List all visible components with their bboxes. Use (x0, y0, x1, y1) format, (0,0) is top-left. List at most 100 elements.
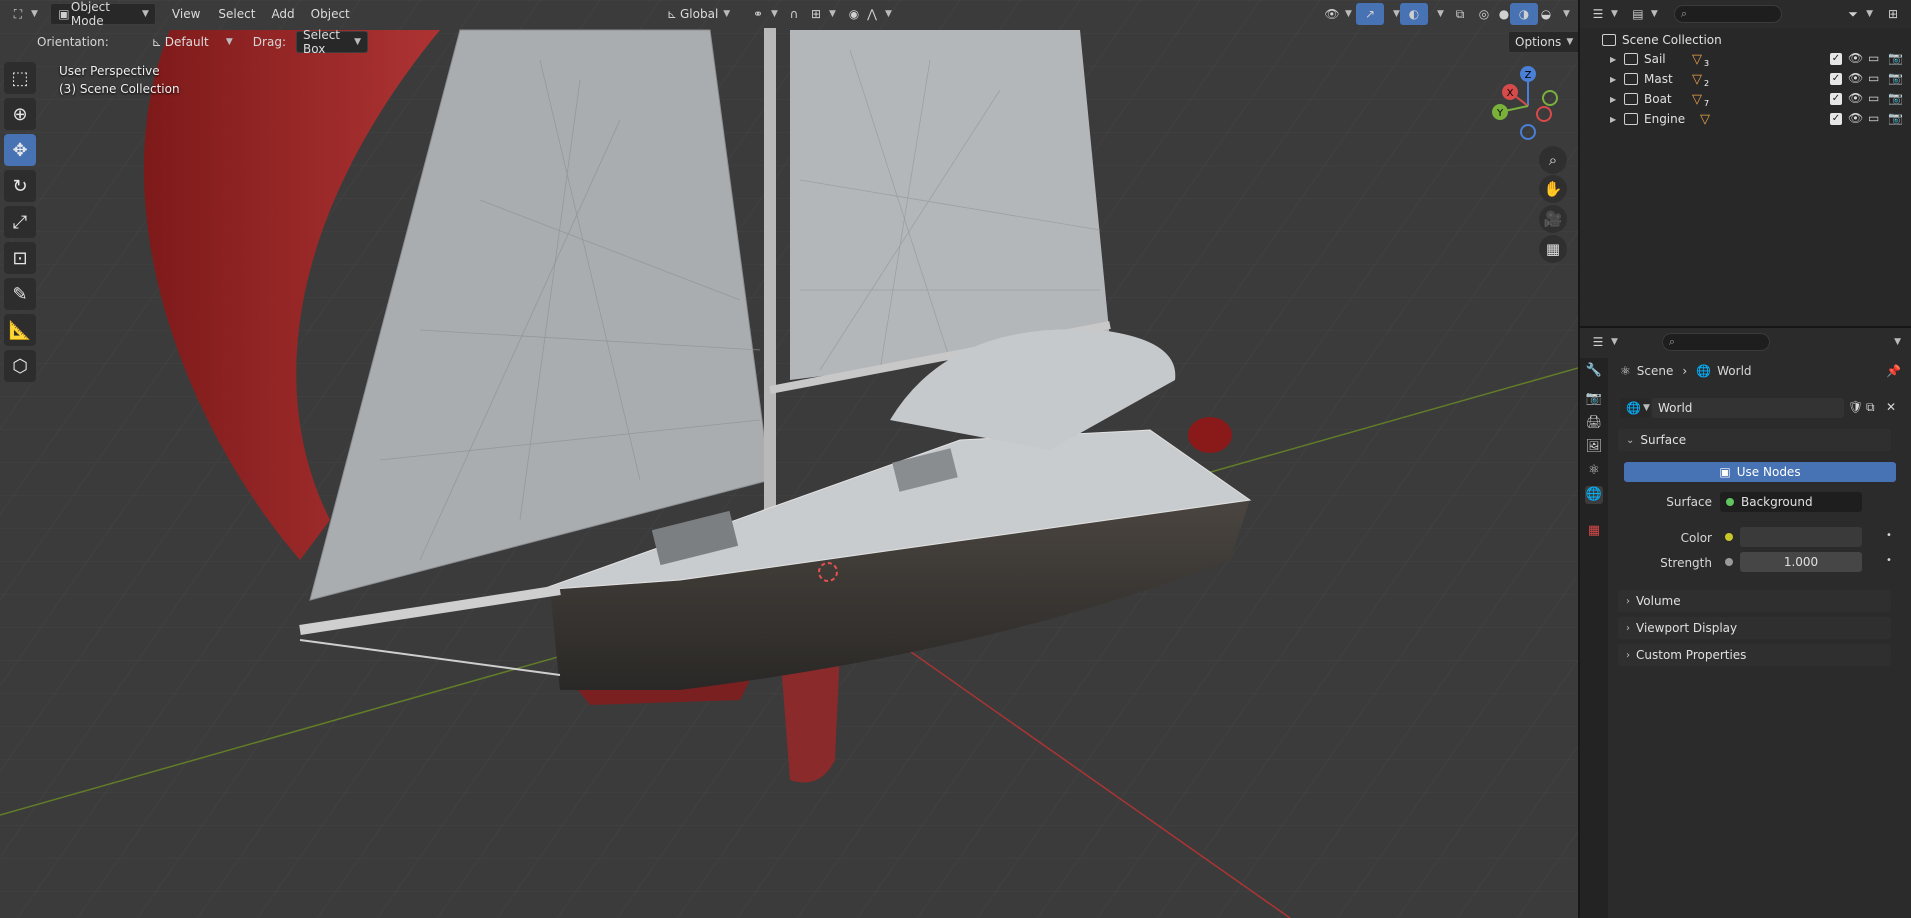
gizmo-y-label: Y (1496, 108, 1504, 119)
keyframe-dot-icon[interactable]: • (1886, 555, 1892, 566)
annotate-tool[interactable]: ✎ (4, 278, 36, 310)
render-camera-icon[interactable]: 📷 (1888, 71, 1903, 85)
render-camera-icon[interactable]: 📷 (1888, 111, 1903, 125)
new-collection-icon: ⊞ (1887, 7, 1899, 21)
surface-shader-dropdown[interactable]: Background (1720, 492, 1862, 512)
volume-panel-title: Volume (1636, 594, 1681, 608)
display-mode-icon: ▤ (1632, 7, 1644, 21)
transform-tool[interactable]: ⊡ (4, 242, 36, 274)
use-nodes-button[interactable]: ▣ Use Nodes (1624, 462, 1896, 482)
3d-viewport[interactable]: ⛶ ▼ ▣ Object Mode ▼ View Select Add Objec… (0, 0, 1578, 918)
child-count: 3 (1704, 59, 1710, 68)
properties-options[interactable]: ▼ (1883, 331, 1907, 353)
custom-properties-panel-header[interactable]: › Custom Properties (1618, 644, 1891, 666)
exclude-checkbox[interactable]: ✓ (1830, 73, 1842, 85)
hand-icon: ✋ (1543, 180, 1563, 198)
object-visibility-button[interactable]: 👁 ▼ (1318, 3, 1358, 25)
monitor-icon[interactable]: ▭ (1868, 71, 1879, 85)
strength-input[interactable]: 1.000 (1740, 552, 1862, 572)
ortho-toggle-button[interactable]: ▦ (1539, 235, 1567, 263)
mesh-data-icon: ▽ (1692, 51, 1702, 67)
transform-icon: ⊡ (12, 247, 28, 269)
display-mode-button[interactable]: ▤ ▼ (1624, 3, 1664, 25)
pin-icon[interactable]: 📌 (1886, 364, 1901, 378)
collection-label: (3) Scene Collection (59, 82, 180, 96)
exclude-checkbox[interactable]: ✓ (1830, 93, 1842, 105)
outliner-editor-type[interactable]: ☰ ▼ (1584, 3, 1624, 25)
texture-tab-icon[interactable]: ▦ (1585, 522, 1603, 540)
render-camera-icon[interactable]: 📷 (1888, 51, 1903, 65)
duplicate-icon[interactable]: ⧉ (1866, 400, 1875, 415)
new-collection-button[interactable]: ⊞ (1879, 3, 1907, 25)
view-layer-tab-icon[interactable]: 🖼 (1585, 438, 1603, 456)
zoom-button[interactable]: ⌕ (1539, 146, 1567, 174)
cursor-tool[interactable]: ⊕ (4, 98, 36, 130)
editor-type-button[interactable]: ⛶ ▼ (4, 3, 44, 25)
viewport-display-panel-header[interactable]: › Viewport Display (1618, 617, 1891, 639)
properties-editor-type[interactable]: ☰ ▼ (1584, 331, 1624, 353)
color-swatch[interactable] (1740, 527, 1862, 547)
keyframe-dot-icon[interactable]: • (1886, 530, 1892, 541)
exclude-checkbox[interactable]: ✓ (1830, 53, 1842, 65)
navigation-gizmo[interactable]: Z X Y (1488, 64, 1568, 144)
eye-icon[interactable]: 👁 (1848, 71, 1863, 85)
overlays-toggle[interactable]: ◐ (1400, 3, 1428, 25)
outliner-root[interactable]: Scene Collection (1580, 30, 1911, 50)
select-box-tool[interactable]: ⬚ (4, 62, 36, 94)
orientation-dropdown[interactable]: ⊾ Default ▼ (143, 31, 239, 53)
monitor-icon[interactable]: ▭ (1868, 91, 1879, 105)
transform-orientation-dropdown[interactable]: ⊾ Global ▼ (658, 3, 738, 25)
measure-tool[interactable]: 📐 (4, 314, 36, 346)
camera-view-button[interactable]: 🎥 (1539, 205, 1567, 233)
world-tab-icon[interactable]: 🌐 (1585, 486, 1603, 504)
pivot-point-button[interactable]: ⚭ ▼ (744, 3, 784, 25)
mode-dropdown[interactable]: ▣ Object Mode ▼ (49, 0, 156, 28)
viewport-header: ⛶ ▼ ▣ Object Mode ▼ View Select Add Objec… (0, 0, 1578, 28)
properties-search[interactable]: ⌕ (1661, 333, 1770, 351)
eye-icon[interactable]: 👁 (1848, 111, 1863, 125)
add-cube-tool[interactable]: ⬡ (4, 350, 36, 382)
outliner-search[interactable]: ⌕ (1673, 5, 1782, 23)
color-field-label: Color (1680, 531, 1712, 545)
menu-view[interactable]: View (166, 3, 206, 25)
surface-shader-value: Background (1741, 495, 1813, 509)
filter-icon: ⏷ (1848, 7, 1858, 21)
overlays-icon: ◐ (1408, 7, 1420, 21)
options-dropdown[interactable]: Options ▼ (1508, 31, 1578, 53)
volume-panel-header[interactable]: › Volume (1618, 590, 1891, 612)
eye-icon[interactable]: 👁 (1848, 91, 1863, 105)
exclude-checkbox[interactable]: ✓ (1830, 113, 1842, 125)
drag-dropdown[interactable]: Select Box ▼ (295, 28, 368, 56)
menu-select[interactable]: Select (212, 3, 261, 25)
unlink-icon[interactable]: ✕ (1886, 400, 1896, 414)
eye-icon[interactable]: 👁 (1848, 51, 1863, 65)
world-name-field[interactable]: World (1652, 398, 1844, 418)
tool-settings-bar: Orientation: ⊾ Default ▼ Drag: Select Bo… (0, 28, 1578, 56)
pan-button[interactable]: ✋ (1539, 175, 1567, 203)
scale-tool[interactable]: ⤢ (4, 206, 36, 238)
menu-object[interactable]: Object (305, 3, 356, 25)
menu-add[interactable]: Add (265, 3, 300, 25)
render-camera-icon[interactable]: 📷 (1888, 91, 1903, 105)
output-tab-icon[interactable]: 🖨 (1585, 414, 1603, 432)
world-browse-button[interactable]: 🌐 ▼ (1620, 398, 1650, 418)
falloff-button[interactable]: ⋀ ▼ (858, 3, 898, 25)
properties-editor: ☰ ▼ ⌕ ▼ 🔧 📷 🖨 🖼 ⚛ 🌐 ▦ ⚛ Scene › 🌐 World 📌… (1580, 328, 1911, 918)
rotate-tool[interactable]: ↻ (4, 170, 36, 202)
monitor-icon[interactable]: ▭ (1868, 111, 1879, 125)
shading-dropdown[interactable]: ▼ (1552, 3, 1576, 25)
collapsed-arrow-icon: › (1626, 622, 1630, 634)
tool-tab-icon[interactable]: 🔧 (1585, 362, 1603, 380)
snap-target-button[interactable]: ⊞ ▼ (802, 3, 842, 25)
collection-icon (1602, 34, 1616, 46)
scene-tab-icon[interactable]: ⚛ (1585, 462, 1603, 480)
render-tab-icon[interactable]: 📷 (1585, 390, 1603, 408)
surface-panel-header[interactable]: ⌄ Surface (1618, 429, 1891, 451)
move-tool[interactable]: ✥ (4, 134, 36, 166)
monitor-icon[interactable]: ▭ (1868, 51, 1879, 65)
fake-user-icon[interactable]: 🛡 (1848, 400, 1863, 414)
outliner-item-label: Sail (1644, 52, 1666, 66)
gizmo-toggle[interactable]: ↗ (1356, 3, 1384, 25)
collection-icon (1624, 53, 1638, 65)
filter-button[interactable]: ⏷ ▼ (1839, 3, 1879, 25)
